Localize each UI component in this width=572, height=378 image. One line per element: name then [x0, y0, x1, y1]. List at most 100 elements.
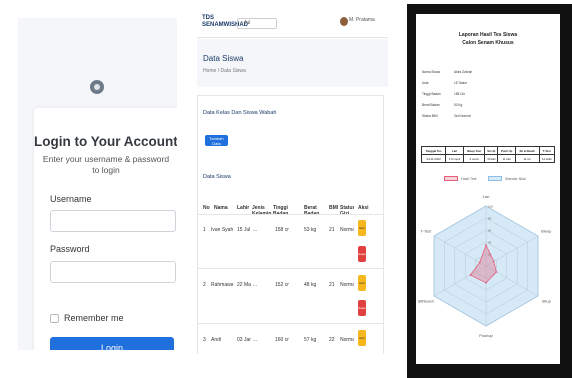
- login-title: Login to Your Account: [34, 134, 177, 149]
- user-name[interactable]: M. Pratama: [349, 17, 375, 23]
- radar-point: [469, 274, 472, 276]
- result-header: Sit Up: [484, 146, 499, 155]
- report-screen: Laporan Hasil Tes Siswa Calon Senam Khus…: [407, 4, 572, 378]
- cell-bmi: 21: [329, 227, 335, 233]
- row-divider: [198, 323, 383, 324]
- delete-button[interactable]: Hapus: [358, 246, 367, 262]
- info-value: 158 Cm: [454, 92, 466, 96]
- result-header: T-Test: [538, 146, 556, 155]
- column-header-birth[interactable]: Lahir: [237, 205, 249, 211]
- edit-button[interactable]: Edit: [358, 330, 366, 346]
- cell-status: Normal: [340, 337, 354, 343]
- cell-weight: 53 kg: [304, 227, 316, 233]
- delete-button[interactable]: Hapus: [358, 300, 367, 316]
- cell-weight: 48 kg: [304, 282, 316, 288]
- legend-swatch-test: [444, 176, 458, 181]
- section-add-title: Data Kelas Dan Siswa Wabah: [203, 110, 277, 116]
- result-cell: 11 cm: [514, 154, 540, 163]
- radar-point: [492, 260, 495, 263]
- radar-axis-label: T-Test: [420, 229, 432, 234]
- result-cell: 11 kali: [497, 154, 516, 163]
- cell-gender: ...: [253, 337, 258, 343]
- result-header: Sit & Reach: [514, 146, 540, 155]
- username-input[interactable]: [50, 210, 176, 232]
- radar-point: [478, 261, 481, 264]
- info-key: Usia: [422, 81, 429, 85]
- data-list-screen: TDS SENAMWISHAD Jul M. Pratama Data Sisw…: [197, 12, 388, 354]
- cell-gender: ...: [253, 282, 258, 288]
- info-value: Gizi Normal: [454, 114, 471, 118]
- cell-bmi: 21: [329, 282, 335, 288]
- app-logo-icon: [90, 80, 104, 94]
- column-header-weight[interactable]: Berat Badan: [304, 205, 324, 217]
- column-header-bmi[interactable]: BMI: [329, 205, 338, 211]
- login-subtitle: Enter your username & password to login: [42, 154, 170, 175]
- info-value: 53 Kg: [454, 103, 463, 107]
- brand-logo[interactable]: TDS SENAMWISHAD: [202, 15, 248, 29]
- column-header-name[interactable]: Nama: [214, 205, 228, 211]
- password-input[interactable]: [50, 261, 176, 283]
- login-button[interactable]: Login: [50, 337, 174, 350]
- radar-axis-label: Lari: [483, 194, 490, 199]
- cell-height: 160 cm: [275, 337, 289, 343]
- remember-me-checkbox[interactable]: [50, 314, 59, 323]
- cell-height: 152 cm: [275, 282, 289, 288]
- legend-swatch-standard: [488, 176, 502, 181]
- cell-birth: 22 Mar ...: [237, 282, 251, 288]
- result-header: Lari: [445, 146, 464, 155]
- column-header-no[interactable]: No: [203, 205, 210, 211]
- column-header-status[interactable]: Status Gizi: [340, 205, 354, 217]
- cell-height: 158 cm: [275, 227, 289, 233]
- result-cell: 1.5 menit: [445, 154, 464, 163]
- cell-status: Normal: [340, 282, 354, 288]
- edit-button[interactable]: Edit: [358, 220, 366, 236]
- legend-label-standard: Standar Nilai: [505, 177, 526, 181]
- cell-name: Ivan Syahid: [211, 227, 233, 233]
- radar-chart: Lari Bleep Situp Pushup SitReach T-Test 100 80 6…: [418, 194, 553, 338]
- radar-point: [485, 281, 487, 284]
- login-screen: Login to Your Account Enter your usernam…: [18, 18, 177, 350]
- cell-weight: 57 kg: [304, 337, 316, 343]
- cell-name: Rahmawati: [211, 282, 233, 288]
- cell-no: 2: [203, 282, 206, 288]
- info-value: 15 Tahun: [454, 81, 468, 85]
- cell-no: 3: [203, 337, 206, 343]
- info-key: Nama Siswa: [422, 70, 440, 74]
- radar-point: [485, 244, 487, 246]
- page-title: Data Siswa: [203, 54, 244, 63]
- add-data-button[interactable]: Tambah Data: [205, 135, 228, 146]
- info-key: Berat Badan: [422, 103, 440, 107]
- cell-bmi: 22: [329, 337, 335, 343]
- column-header-height[interactable]: Tinggi Badan: [273, 205, 299, 217]
- cell-status: Normal: [340, 227, 354, 233]
- info-value: Akira Zahrah: [454, 70, 473, 74]
- report-subtitle: Calon Senam Khusus: [462, 40, 514, 46]
- radar-axis-label: SitReach: [418, 298, 434, 303]
- radar-axis-label: Bleep: [541, 229, 552, 234]
- report-paper: Laporan Hasil Tes Siswa Calon Senam Khus…: [416, 14, 560, 364]
- breadcrumb[interactable]: Home / Data Siswa: [203, 68, 246, 74]
- result-table: Tanggal Tes Lari Bleep Test Sit Up Push …: [420, 146, 556, 163]
- cell-gender: ...: [253, 227, 258, 233]
- legend-label-test: Hasil Test: [461, 177, 477, 181]
- result-header: Bleep Test: [462, 146, 486, 155]
- avatar[interactable]: [340, 17, 348, 26]
- password-label: Password: [50, 244, 90, 254]
- top-navbar: TDS SENAMWISHAD Jul M. Pratama: [197, 12, 388, 38]
- period-select[interactable]: Jul: [237, 18, 277, 29]
- radar-tick-label: 100: [488, 205, 493, 209]
- cell-birth: 03 Jan ...: [237, 337, 251, 343]
- radar-axis-label: Situp: [542, 298, 552, 303]
- page-header: [197, 39, 388, 87]
- result-header: Push Up: [497, 146, 516, 155]
- section-table-title: Data Siswa: [203, 174, 231, 180]
- edit-button[interactable]: Edit: [358, 275, 366, 291]
- column-header-gender[interactable]: Jenis Kelamin: [252, 205, 272, 217]
- table-divider: [198, 214, 383, 215]
- cell-birth: 15 Jul ...: [237, 227, 251, 233]
- cell-name: Andi: [211, 337, 222, 343]
- content-card: [197, 95, 384, 354]
- radar-point: [495, 271, 498, 273]
- result-cell: 30 kali: [484, 154, 499, 163]
- info-key: Status BMI: [422, 114, 438, 118]
